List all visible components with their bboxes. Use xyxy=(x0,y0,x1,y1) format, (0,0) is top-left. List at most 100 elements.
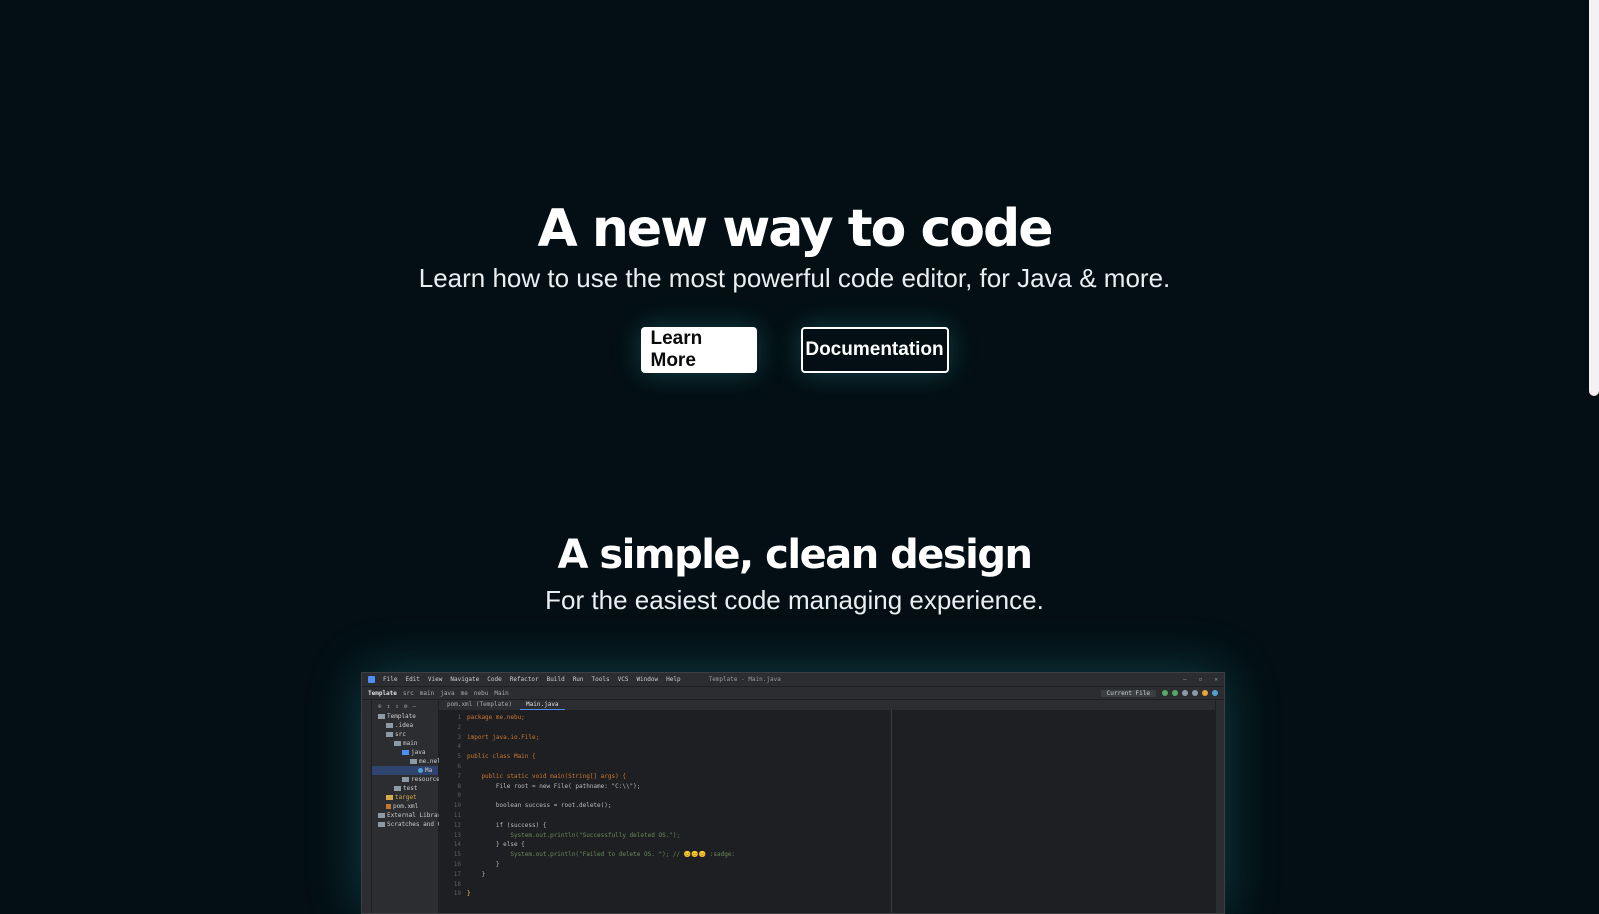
line-number: 15 xyxy=(453,851,461,859)
line-number: 17 xyxy=(453,870,461,878)
ide-editor: pom.xml (Template) Main.java 1 2 3 4 5 6… xyxy=(439,700,1215,913)
folder-icon xyxy=(378,714,385,719)
design-section: A simple, clean design For the easiest c… xyxy=(0,527,1589,617)
tree-item-main: main xyxy=(372,739,438,748)
library-icon xyxy=(378,813,385,818)
line-number: 4 xyxy=(457,743,461,751)
line-number: 10 xyxy=(453,802,461,810)
tree-item-label: test xyxy=(403,785,418,792)
tree-item-label: main xyxy=(403,740,418,747)
code-line: public class Main { xyxy=(467,753,536,761)
folder-icon xyxy=(386,795,393,800)
expand-icon: ↕ xyxy=(386,703,391,710)
folder-icon xyxy=(394,741,401,746)
ide-menu-window: Window xyxy=(636,676,659,683)
tree-item-scratches: Scratches and Cons xyxy=(372,820,452,829)
ide-run-config: Current File xyxy=(1100,689,1156,697)
debug-icon xyxy=(1172,690,1178,696)
ide-screenshot: File Edit View Navigate Code Refactor Bu… xyxy=(361,672,1225,914)
hero-subtitle: Learn how to use the most powerful code … xyxy=(418,263,1171,293)
ide-run-buttons xyxy=(1162,690,1218,696)
ide-menu-navigate: Navigate xyxy=(450,676,480,683)
tree-item-label: .idea xyxy=(395,722,414,729)
learn-more-button[interactable]: Learn More xyxy=(640,327,757,373)
line-number: 1 xyxy=(457,714,461,721)
code-line: package me.nebu; xyxy=(467,714,525,721)
documentation-button[interactable]: Documentation xyxy=(800,327,949,373)
hero-title: A new way to code xyxy=(537,199,1053,259)
line-number: 13 xyxy=(453,831,461,839)
folder-icon xyxy=(402,777,409,782)
tree-item-main-class: Ma xyxy=(372,766,438,775)
ide-navbar: Template src main java me nebu Main Curr… xyxy=(362,687,1224,700)
ide-right-toolstrip xyxy=(1215,700,1224,913)
tree-item-idea: .idea xyxy=(372,721,438,730)
tree-item-java: java xyxy=(372,748,438,757)
line-number: 2 xyxy=(457,723,461,731)
tree-item-target: target xyxy=(372,793,438,802)
code-line: } xyxy=(467,860,500,868)
tree-item-pom: pom.xml xyxy=(372,802,438,811)
ide-editor-tabs: pom.xml (Template) Main.java xyxy=(439,700,1215,711)
ide-menu-run: Run xyxy=(572,676,584,683)
settings-icon: ⚙ xyxy=(403,703,408,710)
code-line: System.out.println("Successfully deleted… xyxy=(467,831,681,839)
ide-body: ⊕ ↕ ⇕ ⚙ — Template .idea src main java m… xyxy=(362,700,1224,913)
ide-menu-file: File xyxy=(383,676,398,683)
ide-project-panel: ⊕ ↕ ⇕ ⚙ — Template .idea src main java m… xyxy=(372,700,452,913)
scratch-icon xyxy=(378,822,385,827)
line-gutter: 1 2 3 4 5 6 7 8 9 10 11 12 13 14 15 16 1 xyxy=(439,713,467,899)
ide-menubar: File Edit View Navigate Code Refactor Bu… xyxy=(362,673,1224,687)
ide-code-area: 1 2 3 4 5 6 7 8 9 10 11 12 13 14 15 16 1 xyxy=(439,711,1215,899)
locate-icon: ⊕ xyxy=(378,703,382,710)
run-icon xyxy=(1162,690,1168,696)
close-icon: ✕ xyxy=(1214,676,1218,683)
tree-item-resources: resources xyxy=(372,775,444,784)
folder-icon xyxy=(386,723,393,728)
tree-item-label: java xyxy=(411,749,426,756)
tree-item-label: target xyxy=(395,794,417,801)
hero-section: A new way to code Learn how to use the m… xyxy=(0,196,1589,294)
ide-window-title: Template - Main.java xyxy=(708,676,781,683)
code-line: } xyxy=(467,890,471,898)
code-line: } xyxy=(467,870,486,878)
coverage-icon xyxy=(1182,690,1188,696)
line-number: 9 xyxy=(457,792,461,800)
code-lines: package me.nebu; import java.io.File; pu… xyxy=(467,713,735,899)
code-line: public static void main(String[] args) { xyxy=(467,772,626,780)
tree-item-package: me.nel xyxy=(372,757,441,766)
tree-item-test: test xyxy=(372,784,438,793)
ide-breadcrumb-nebu: nebu xyxy=(473,689,489,697)
ide-window-controls: – ▫ ✕ xyxy=(1183,676,1218,683)
line-number: 16 xyxy=(453,860,461,868)
page-scrollbar[interactable] xyxy=(1589,0,1599,396)
line-number: 8 xyxy=(457,782,461,790)
ide-menu-edit: Edit xyxy=(405,676,420,683)
tree-item-label: me.nel xyxy=(419,758,441,765)
tree-item-label: pom.xml xyxy=(393,803,419,810)
search-icon xyxy=(1192,690,1198,696)
class-icon xyxy=(418,768,423,773)
code-line: import java.io.File; xyxy=(467,733,540,741)
ide-project-toolbar: ⊕ ↕ ⇕ ⚙ — xyxy=(372,703,438,712)
ide-menu-help: Help xyxy=(666,676,681,683)
tree-item-src: src xyxy=(372,730,438,739)
ide-left-toolstrip xyxy=(362,700,372,913)
ide-menu-build: Build xyxy=(546,676,565,683)
line-number: 19 xyxy=(453,890,461,898)
code-line: System.out.println("Failed to delete OS.… xyxy=(467,851,736,859)
tree-item-template: Template xyxy=(372,712,438,721)
collapse-icon: ⇕ xyxy=(395,703,399,710)
section-title: A simple, clean design xyxy=(557,532,1033,578)
section-subtitle: For the easiest code managing experience… xyxy=(545,585,1044,615)
file-icon xyxy=(386,804,391,809)
ide-menu-tools: Tools xyxy=(591,676,610,683)
line-number: 3 xyxy=(457,733,461,741)
folder-icon xyxy=(386,732,393,737)
code-line: boolean success = root.delete(); xyxy=(467,802,612,810)
folder-icon xyxy=(402,750,409,755)
ide-breadcrumb-src: src xyxy=(402,689,414,697)
line-number: 14 xyxy=(453,841,461,849)
